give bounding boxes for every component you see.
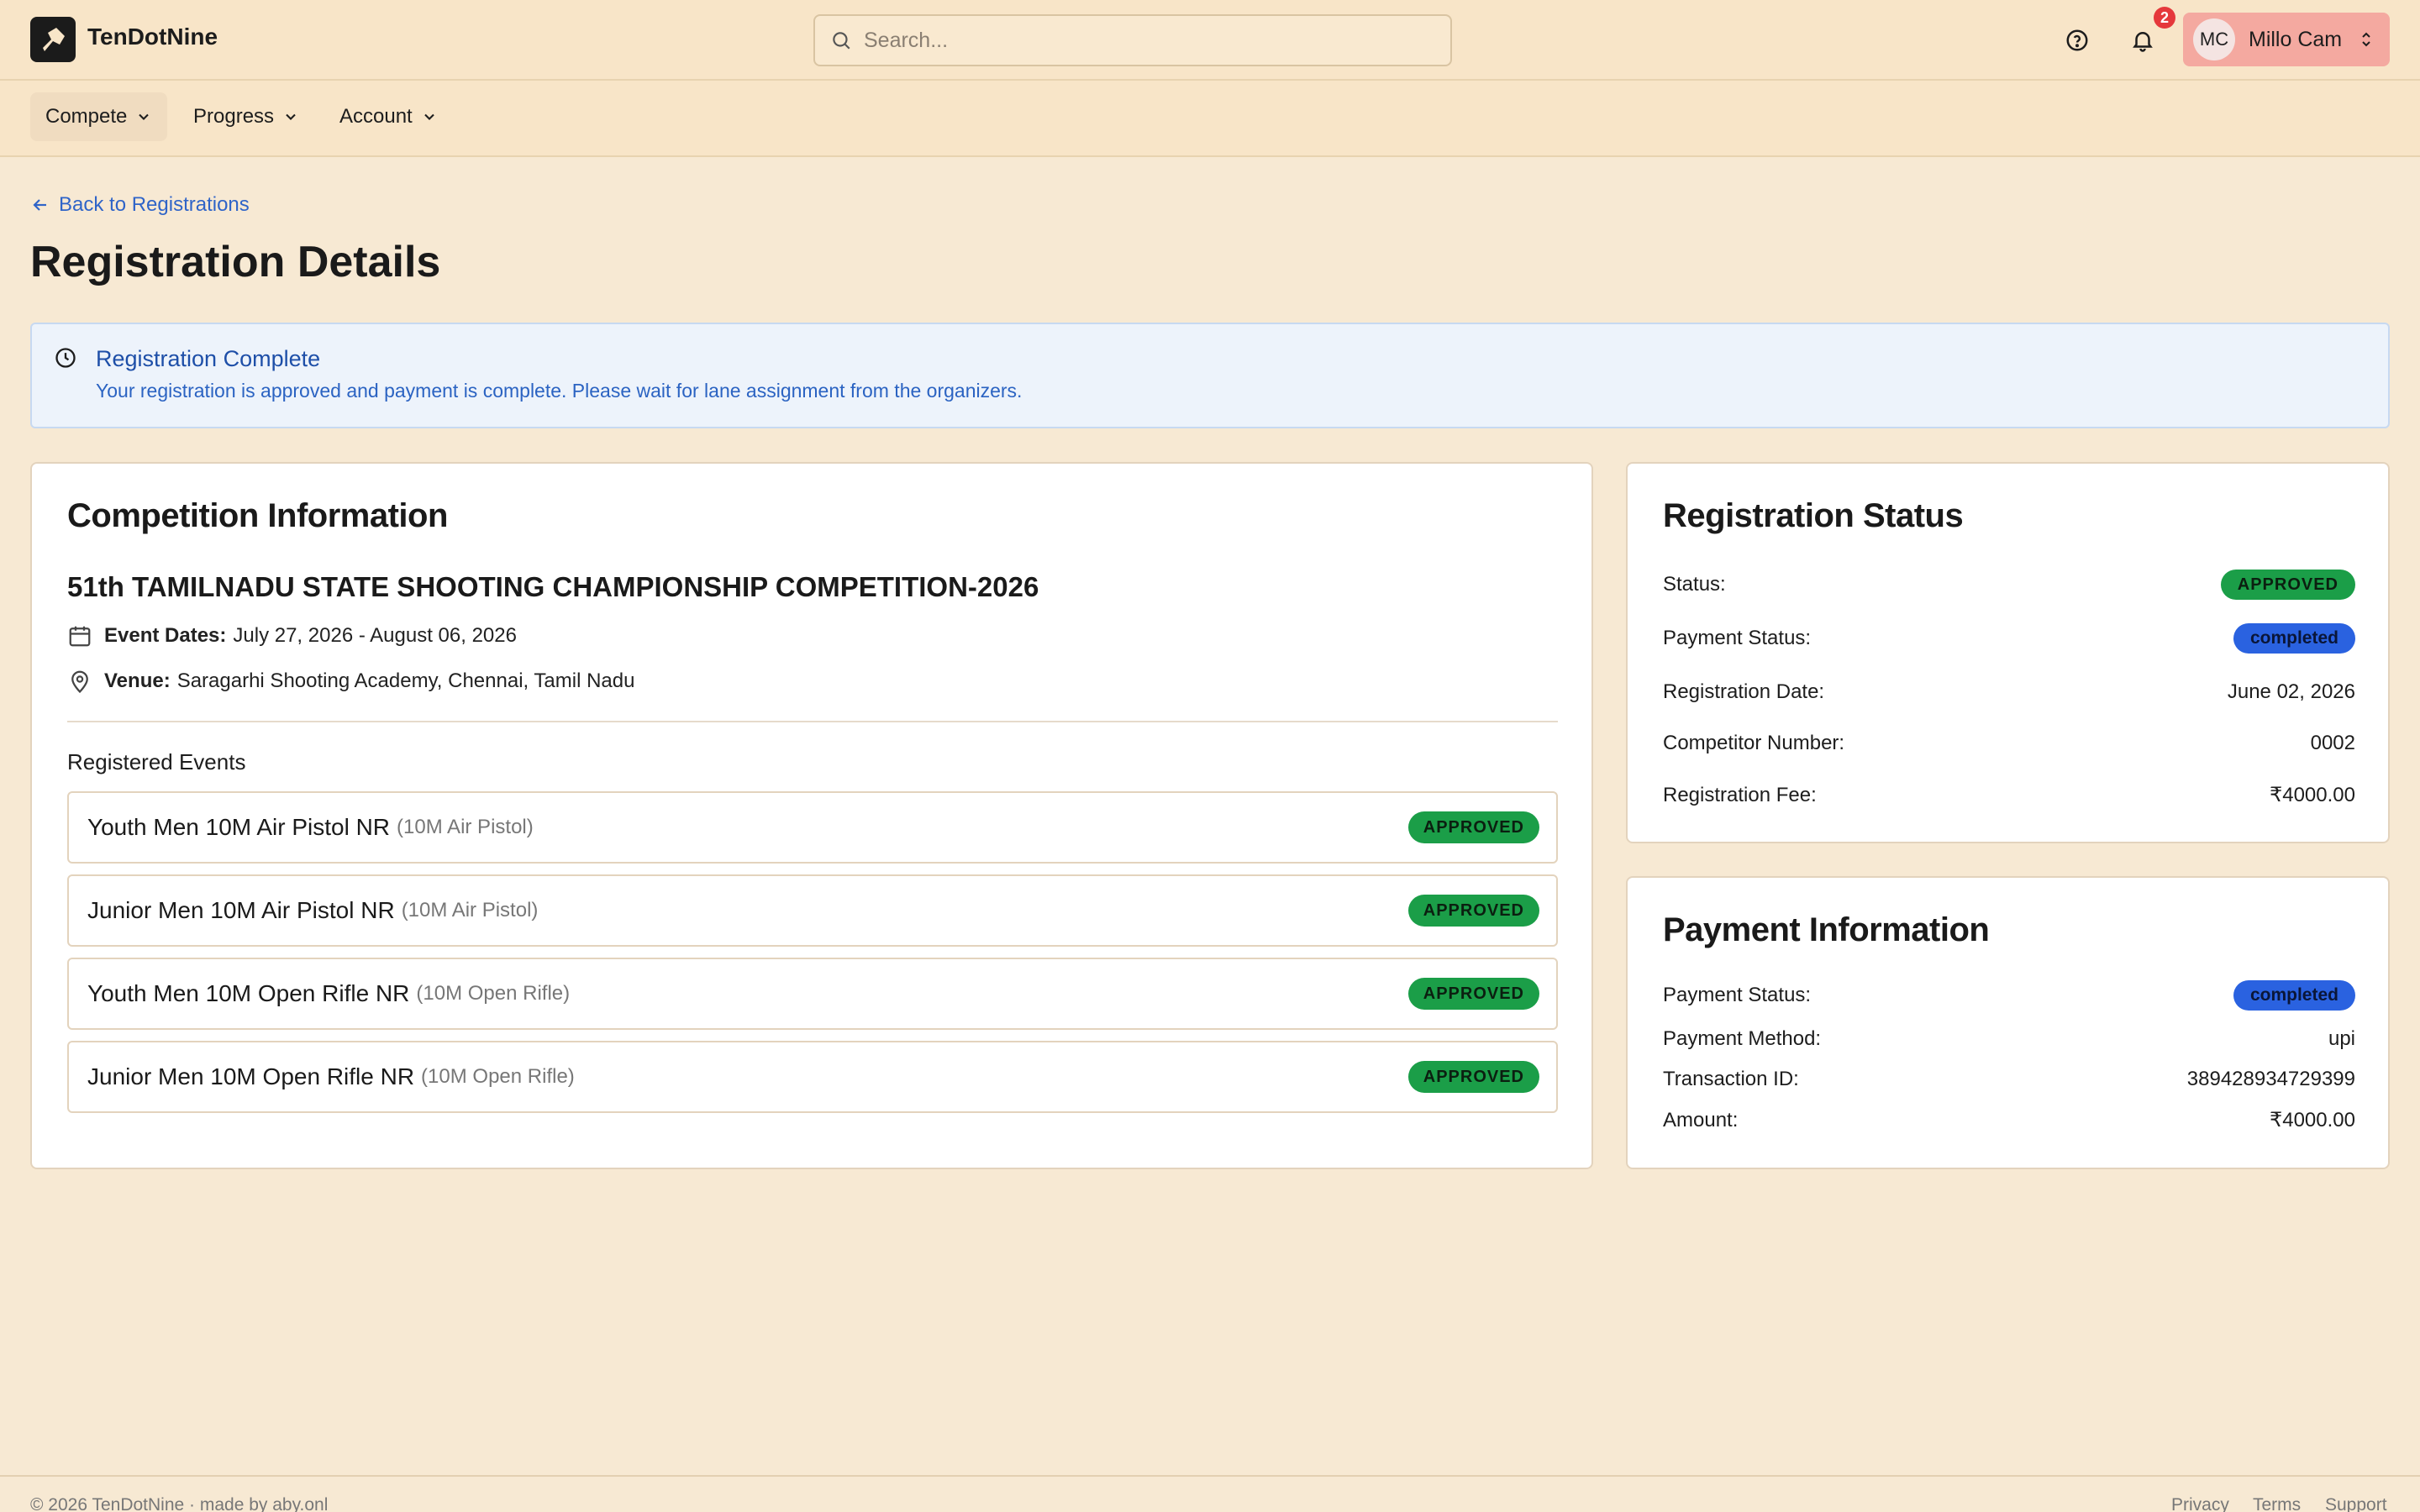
payment-status-label: Payment Status: — [1663, 627, 1812, 649]
transaction-id-row: Transaction ID: 389428934729399 — [1663, 1068, 2355, 1091]
search-placeholder: Search... — [864, 28, 949, 52]
status-label: Status: — [1663, 573, 1726, 596]
clock-icon — [55, 348, 76, 368]
arrow-left-icon — [33, 199, 46, 211]
nav-account-label: Account — [339, 105, 413, 128]
registration-date-row: Registration Date: June 02, 2026 — [1663, 680, 2355, 704]
nav-progress-label: Progress — [193, 105, 275, 128]
event-category: (10M Air Pistol) — [397, 816, 534, 838]
competitor-number-row: Competitor Number: 0002 — [1663, 732, 2355, 755]
chevron-down-icon — [424, 113, 434, 120]
registration-status-card: Registration Status Status: APPROVED Pay… — [1626, 462, 2390, 843]
nav-progress[interactable]: Progress — [178, 92, 314, 141]
event-row: Junior Men 10M Air Pistol NR (10M Air Pi… — [67, 874, 1558, 947]
payment-status-row: Payment Status: completed — [1663, 623, 2355, 654]
status-badge: APPROVED — [1407, 895, 1539, 927]
chevron-down-icon — [139, 113, 150, 120]
registered-events-label: Registered Events — [67, 749, 246, 774]
event-name: Junior Men 10M Open Rifle NR — [87, 1063, 415, 1089]
main-nav: Compete Progress Account — [0, 81, 2420, 157]
event-dates-label: Event Dates: — [104, 624, 227, 647]
registration-date-label: Registration Date: — [1663, 680, 1825, 703]
app-logo-icon[interactable] — [30, 17, 76, 62]
registration-complete-alert: Registration Complete Your registration … — [30, 323, 2390, 428]
nav-compete[interactable]: Compete — [30, 92, 168, 141]
venue-label: Venue: — [104, 669, 171, 692]
payment-status-label: Payment Status: — [1663, 984, 1812, 1006]
registration-status-heading: Registration Status — [1663, 497, 1964, 534]
status-badge: APPROVED — [1407, 811, 1539, 843]
registration-fee-label: Registration Fee: — [1663, 783, 1817, 806]
event-name: Youth Men 10M Air Pistol NR — [87, 814, 391, 840]
transaction-id-value: 389428934729399 — [2186, 1068, 2355, 1090]
event-category: (10M Air Pistol) — [401, 899, 539, 921]
alert-message: Your registration is approved and paymen… — [96, 380, 1023, 402]
help-circle-icon — [2066, 29, 2088, 51]
page-title: Registration Details — [30, 238, 441, 286]
terms-link[interactable]: Terms — [2253, 1495, 2301, 1512]
registration-date-value: June 02, 2026 — [2227, 680, 2355, 703]
status-badge: APPROVED — [2220, 570, 2355, 600]
payment-status-badge: completed — [2233, 623, 2355, 654]
amount-value: ₹4000.00 — [2269, 1109, 2355, 1131]
top-bar: TenDotNine Search... 2 MC Millo Cam — [0, 0, 2420, 81]
competition-name: 51th TAMILNADU STATE SHOOTING CHAMPIONSH… — [67, 571, 1039, 602]
user-name: Millo Cam — [2249, 27, 2343, 51]
event-name: Junior Men 10M Air Pistol NR — [87, 897, 395, 923]
bell-icon — [2133, 32, 2153, 52]
search-input[interactable]: Search... — [813, 14, 1452, 66]
payment-method-value: upi — [2328, 1027, 2355, 1050]
payment-info-card: Payment Information Payment Status: comp… — [1626, 876, 2390, 1169]
status-badge: APPROVED — [1407, 978, 1539, 1010]
divider — [67, 721, 1558, 722]
amount-label: Amount: — [1663, 1108, 1739, 1131]
copyright-text: © 2026 TenDotNine · made by aby.onl — [30, 1495, 329, 1512]
map-pin-icon — [71, 670, 88, 694]
event-category: (10M Open Rifle) — [421, 1065, 575, 1088]
status-badge: APPROVED — [1407, 1061, 1539, 1093]
notifications-button[interactable] — [2126, 24, 2160, 57]
competitor-number-value: 0002 — [2310, 732, 2355, 754]
back-to-registrations-link[interactable]: Back to Registrations — [30, 193, 250, 217]
nav-compete-label: Compete — [45, 105, 128, 128]
help-button[interactable] — [2060, 24, 2094, 57]
status-row: Status: APPROVED — [1663, 570, 2355, 600]
event-row: Youth Men 10M Air Pistol NR (10M Air Pis… — [67, 791, 1558, 864]
registration-fee-row: Registration Fee: ₹4000.00 — [1663, 783, 2355, 807]
event-row: Junior Men 10M Open Rifle NR (10M Open R… — [67, 1041, 1558, 1113]
venue: Venue: Saragarhi Shooting Academy, Chenn… — [67, 669, 634, 694]
support-link[interactable]: Support — [2325, 1495, 2387, 1512]
chevron-up-down-icon — [2362, 32, 2370, 47]
payment-info-heading: Payment Information — [1663, 911, 1990, 948]
event-name: Youth Men 10M Open Rifle NR — [87, 980, 410, 1006]
payment-method-label: Payment Method: — [1663, 1027, 1822, 1050]
event-dates-value: July 27, 2026 - August 06, 2026 — [233, 624, 517, 647]
brand-name[interactable]: TenDotNine — [87, 24, 218, 50]
chevron-down-icon — [286, 113, 296, 120]
payment-status-badge: completed — [2233, 980, 2355, 1011]
amount-row: Amount: ₹4000.00 — [1663, 1108, 2355, 1132]
event-row: Youth Men 10M Open Rifle NR (10M Open Ri… — [67, 958, 1558, 1030]
notification-count-badge: 2 — [2154, 7, 2175, 29]
event-category: (10M Open Rifle) — [416, 982, 571, 1005]
user-menu-button[interactable]: MC Millo Cam — [2183, 13, 2390, 66]
transaction-id-label: Transaction ID: — [1663, 1068, 1799, 1090]
back-link-label: Back to Registrations — [59, 193, 250, 216]
competition-info-heading: Competition Information — [67, 497, 448, 534]
payment-method-row: Payment Method: upi — [1663, 1027, 2355, 1051]
registration-fee-value: ₹4000.00 — [2269, 784, 2355, 806]
privacy-link[interactable]: Privacy — [2171, 1495, 2229, 1512]
competitor-number-label: Competitor Number: — [1663, 732, 1845, 754]
payment-status-row: Payment Status: completed — [1663, 980, 2355, 1011]
competition-info-card: Competition Information 51th TAMILNADU S… — [30, 462, 1593, 1169]
footer: © 2026 TenDotNine · made by aby.onl Priv… — [0, 1475, 2420, 1512]
venue-value: Saragarhi Shooting Academy, Chennai, Tam… — [176, 669, 635, 692]
search-icon — [833, 32, 850, 50]
nav-account[interactable]: Account — [324, 92, 453, 141]
avatar: MC — [2193, 18, 2235, 60]
event-dates: Event Dates: July 27, 2026 - August 06, … — [67, 623, 517, 648]
alert-title: Registration Complete — [96, 346, 321, 371]
calendar-icon — [69, 626, 91, 647]
